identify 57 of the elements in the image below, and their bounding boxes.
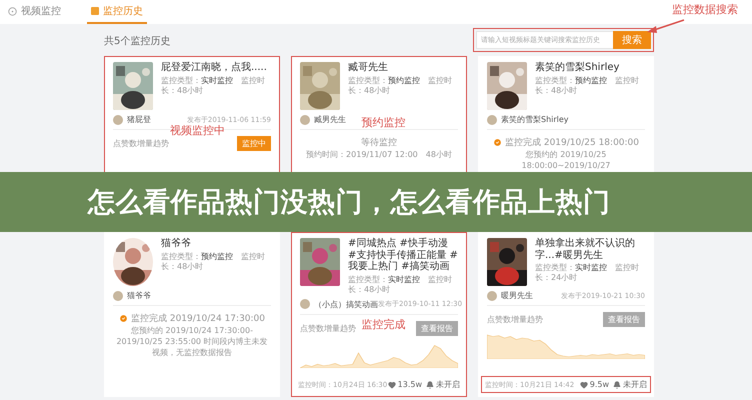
trend-label: 点赞数增量趋势: [300, 322, 356, 334]
author-name: （小点）搞笑动画: [314, 298, 378, 310]
author-name: 猪屁登: [127, 114, 151, 125]
monitor-icon: [8, 6, 17, 16]
status-text: 监控完成 2019/10/24 17:30:00: [130, 312, 265, 325]
video-title: 素笑的雪梨Shirley: [535, 62, 620, 74]
banner-title: 怎么看作品热门没热门，怎么看作品上热门: [88, 186, 610, 220]
detail-text: 您预约的 2019/10/24 17:30:00-2019/10/25 23:55:00 时间段内博主未发视频，无监控数据报告: [115, 326, 269, 358]
detail-text: 您预约的 2019/10/25 18:00:00~2019/10/27: [520, 150, 612, 172]
avatar: [487, 114, 497, 124]
bell-icon: [426, 380, 434, 388]
check-icon: [118, 314, 128, 323]
trend-label: 点赞数增量趋势: [113, 138, 169, 149]
bell-icon: [613, 380, 621, 388]
annotation-label: 监控数据搜索: [672, 2, 738, 17]
schedule-text: 预约时间：2019/11/07 12:00 48小时: [306, 150, 452, 161]
annotation-label: 监控完成: [361, 317, 406, 332]
monitor-meta: 监控类型：预约监控 监控时长：48小时: [348, 76, 453, 96]
report-button[interactable]: 查看报告: [416, 320, 458, 336]
alert-status: 未开启: [623, 379, 647, 390]
avatar: [487, 290, 497, 300]
monitoring-button[interactable]: 监控中: [237, 136, 271, 151]
status-text: 等待监控: [361, 136, 397, 149]
annotation-label: 视频监控中: [170, 123, 225, 138]
monitor-meta: 监控类型：实时监控 监控时长：24小时: [535, 263, 640, 283]
status-text: 监控完成 2019/10/25 18:00:00: [504, 136, 639, 149]
history-icon: [91, 7, 99, 15]
video-title: #同城热点 #快手动漫 #支持快手传播正能量 #我要上热门 #搞笑动画: [348, 238, 458, 272]
monitor-meta: 监控类型：实时监控 监控时长：48小时: [348, 274, 453, 294]
monitor-meta: 监控类型：预约监控 监控时长：48小时: [161, 252, 266, 272]
like-count: 13.5w: [398, 380, 422, 389]
video-title: 单独拿出来就不认识的字...#暖男先生: [535, 238, 636, 261]
author-name: 臧男先生: [314, 114, 346, 125]
video-title: 屁登爱江南晓，点我.....: [161, 62, 268, 74]
monitor-meta: 监控类型：实时监控 监控时长：48小时: [161, 76, 266, 96]
author-name: 猫爷爷: [127, 290, 151, 301]
alert-status: 未开启: [436, 379, 460, 390]
search-button[interactable]: 搜索: [613, 31, 651, 49]
video-title: 猫爷爷: [161, 238, 192, 250]
video-title: 臧哥先生: [348, 62, 389, 74]
avatar: [113, 114, 123, 124]
heart-icon: [388, 380, 396, 388]
author-name: 素笑的雪梨Shirley: [501, 114, 569, 125]
trend-label: 点赞数增量趋势: [487, 314, 543, 325]
annotation-label: 预约监控: [361, 115, 406, 130]
nav-tab[interactable]: 监控历史: [87, 0, 147, 24]
check-icon: [492, 138, 502, 147]
monitor-meta: 监控类型：预约监控 监控时长：48小时: [535, 76, 640, 96]
avatar: [300, 114, 310, 124]
nav-tab[interactable]: 视频监控: [4, 0, 65, 24]
author-name: 暖男先生: [501, 290, 533, 301]
like-count: 9.5w: [590, 380, 609, 389]
report-button[interactable]: 查看报告: [603, 312, 645, 327]
avatar: [300, 299, 310, 309]
heart-icon: [580, 380, 588, 388]
history-count: 共5个监控历史: [104, 34, 170, 48]
avatar: [113, 290, 123, 300]
